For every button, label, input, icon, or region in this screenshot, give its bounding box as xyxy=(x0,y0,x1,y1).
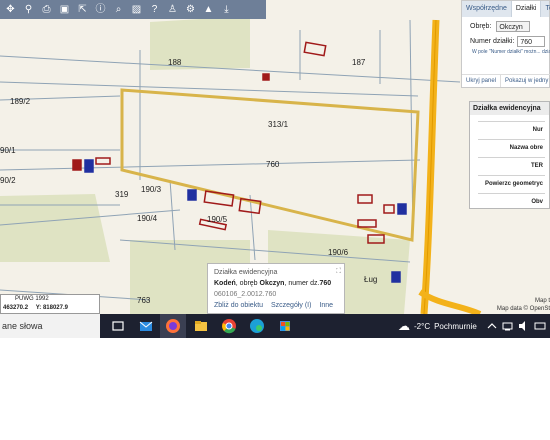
parcel-label: 319 xyxy=(115,190,129,199)
volume-icon[interactable] xyxy=(518,320,530,332)
network-icon[interactable] xyxy=(502,320,514,332)
info-icon[interactable]: ⓘ xyxy=(93,2,108,17)
y-label: Y: xyxy=(35,305,42,311)
chevron-up-icon[interactable] xyxy=(486,320,498,332)
pan-icon[interactable]: ✥ xyxy=(3,2,18,17)
edge-icon[interactable] xyxy=(249,318,265,334)
popup-identifier: 060106_2.0012.760 xyxy=(214,291,277,298)
windows-taskbar: ane słowa ☁ -2°C Pochmurnie xyxy=(0,314,550,338)
obreb-row: Obręb: Okczyn xyxy=(470,21,549,32)
popup-obreb-text: , obręb xyxy=(235,280,260,287)
export-icon[interactable]: ⇱ xyxy=(75,2,90,17)
road xyxy=(418,289,482,314)
close-icon[interactable]: ⛶ xyxy=(336,266,341,277)
tab-wspolrzedne[interactable]: Współrzędne xyxy=(462,1,512,17)
store-icon[interactable] xyxy=(277,318,293,334)
cloud-icon: ☁ xyxy=(398,319,410,333)
panel-links: Ukryj panel Pokazuj w jedny xyxy=(462,74,550,87)
show-single-link[interactable]: Pokazuj w jedny xyxy=(501,75,550,87)
y-value: 818027.9 xyxy=(42,305,68,311)
weather-widget[interactable]: ☁ -2°C Pochmurnie xyxy=(398,314,477,338)
tab-dzialki[interactable]: Działki xyxy=(511,1,542,17)
stripes-icon[interactable]: ▨ xyxy=(129,2,144,17)
popup-description: Kodeń, obręb Okczyn, numer dz.760 xyxy=(214,278,338,289)
other-link[interactable]: Inne xyxy=(319,302,333,309)
obreb-label: Obręb: xyxy=(470,23,492,30)
parcel-search-panel: Współrzędne Działki Tere Obręb: Okczyn N… xyxy=(461,0,550,88)
parcel-label: 190/4 xyxy=(137,214,158,223)
firefox-icon[interactable] xyxy=(165,318,181,334)
x-value: 463270.2 xyxy=(3,305,29,311)
panel-title: Działka ewidencyjna xyxy=(470,102,549,115)
parcel-label: 90/2 xyxy=(0,176,16,185)
parcel-label: Ług xyxy=(364,275,378,284)
chrome-icon[interactable] xyxy=(221,318,237,334)
popup-place: Kodeń xyxy=(214,280,236,287)
parcel-label: 760 xyxy=(266,160,280,169)
info-row: Nazwa obre xyxy=(478,139,545,157)
parcel-label: 90/1 xyxy=(0,146,16,155)
file-explorer-icon[interactable] xyxy=(193,318,209,334)
obreb-select[interactable]: Okczyn xyxy=(496,21,531,32)
popup-numer-text: , numer dz. xyxy=(284,280,320,287)
tab-teren[interactable]: Tere xyxy=(541,1,550,17)
attribution-line[interactable]: Map data © OpenSt xyxy=(497,305,550,313)
parcel-label: 189/2 xyxy=(10,97,31,106)
hide-panel-link[interactable]: Ukryj panel xyxy=(462,75,502,87)
help-icon[interactable]: ? xyxy=(147,2,162,17)
field-area xyxy=(0,194,110,262)
parcel-label: 188 xyxy=(168,58,182,67)
temperature: -2°C xyxy=(414,321,431,331)
hint-text: W pole "Numer działki" możn... działki. xyxy=(472,49,550,55)
panel-tabs: Współrzędne Działki Tere xyxy=(462,1,550,17)
map-toolbar: ✥ ⚲ ⎙ ▣ ⇱ ⓘ ⌕ ▨ ? ♙ ⚙ ▲ ⤓ xyxy=(0,0,266,19)
battery-icon[interactable] xyxy=(534,320,546,332)
download-icon[interactable]: ⤓ xyxy=(219,2,234,17)
settings-icon[interactable]: ⚙ xyxy=(183,2,198,17)
parcel-popup: ⛶ Działka ewidencyjna Kodeń, obręb Okczy… xyxy=(207,263,345,314)
mail-icon[interactable] xyxy=(138,318,154,334)
attribution-line: Map t xyxy=(534,298,550,304)
map-attribution: Map t Map data © OpenSt xyxy=(497,297,550,313)
parcel-label: 190/3 xyxy=(141,185,162,194)
numer-row: Numer działki: 760 xyxy=(470,36,549,47)
popup-links: Zbliż do obiektu Szczegóły (I) Inne xyxy=(214,300,338,311)
popup-obreb: Okczyn xyxy=(259,280,285,287)
mountain-icon[interactable]: ▲ xyxy=(201,2,216,17)
save-icon[interactable]: ▣ xyxy=(57,2,72,17)
info-row: Powierzc geometryc xyxy=(478,175,545,193)
parcel-label: 190/5 xyxy=(207,215,228,224)
taskbar-search[interactable]: ane słowa xyxy=(0,314,100,338)
popup-title: Działka ewidencyjna xyxy=(214,269,278,276)
print-icon[interactable]: ⎙ xyxy=(39,2,54,17)
weather-condition: Pochmurnie xyxy=(434,321,477,331)
parcel-info-panel: Działka ewidencyjna Nur Nazwa obre TER P… xyxy=(469,101,550,209)
info-row: Nur xyxy=(478,121,545,139)
popup-numer: 760 xyxy=(319,280,332,287)
info-row: Obv xyxy=(478,193,545,211)
person-icon[interactable]: ♙ xyxy=(165,2,180,17)
search-icon[interactable]: ⌕ xyxy=(111,2,126,17)
zoom-to-object-link[interactable]: Zbliż do obiektu xyxy=(214,302,263,309)
task-view-icon[interactable] xyxy=(110,318,126,334)
parcel-label: 763 xyxy=(137,296,151,305)
numer-label: Numer działki: xyxy=(470,38,515,45)
measure-icon[interactable]: ⚲ xyxy=(21,2,36,17)
parcel-label: 187 xyxy=(352,58,366,67)
coordinates-box: PUWG 1992 463270.2 Y: 818027.9 xyxy=(0,294,100,314)
info-row: TER xyxy=(478,157,545,175)
numer-dzialki-input[interactable]: 760 xyxy=(517,36,546,47)
field-area xyxy=(150,16,250,70)
coord-system[interactable]: PUWG 1992 xyxy=(15,296,49,302)
coord-values: 463270.2 Y: 818027.9 xyxy=(3,305,68,311)
parcel-label: 190/6 xyxy=(328,248,349,257)
details-link[interactable]: Szczegóły (I) xyxy=(271,302,311,309)
parcel-label: 313/1 xyxy=(268,120,289,129)
screen: 188 187 189/2 313/1 760 90/1 90/2 190/3 … xyxy=(0,0,550,338)
